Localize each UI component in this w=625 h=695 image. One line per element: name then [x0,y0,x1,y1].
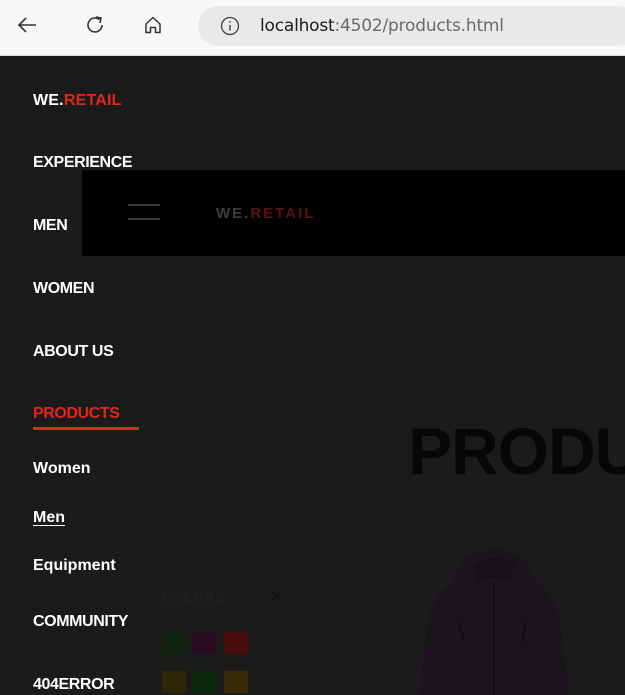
menu-item-products[interactable]: PRODUCTS [33,405,120,423]
close-icon[interactable]: ✕ [270,587,283,607]
url-path: :4502/products.html [334,16,504,36]
submenu-item-equipment[interactable]: Equipment [33,557,116,575]
menu-item-men[interactable]: MEN [33,217,68,235]
menu-logo[interactable]: WE.RETAIL [33,92,122,110]
url-host: localhost [260,16,335,36]
back-arrow-icon [17,17,36,33]
color-swatch[interactable] [162,632,186,654]
page-title: PRODU [408,414,625,488]
reload-icon [87,16,103,33]
back-button[interactable] [12,10,42,40]
color-swatch[interactable] [193,632,217,654]
active-underline [33,427,139,430]
color-filter: COLORS ✕ [160,587,300,695]
url-text[interactable]: localhost:4502/products.html [260,16,504,36]
page-viewport: WE.RETAIL PRODU COLORS ✕ WE.RETAIL EXPER… [0,57,625,695]
color-swatch[interactable] [193,671,217,693]
header-logo-retail: RETAIL [250,205,316,222]
color-swatch[interactable] [224,671,248,693]
browser-toolbar: localhost:4502/products.html [0,0,625,56]
site-header: WE.RETAIL [82,170,625,256]
menu-logo-we: WE. [33,92,64,109]
reload-button[interactable] [80,10,110,40]
home-icon [145,16,161,34]
address-bar[interactable]: localhost:4502/products.html [198,6,625,46]
color-swatch[interactable] [224,632,248,654]
menu-item-about-us[interactable]: ABOUT US [33,343,114,361]
menu-item-community[interactable]: COMMUNITY [33,613,128,631]
side-menu: WE.RETAIL EXPERIENCE MEN WOMEN ABOUT US … [0,57,160,695]
product-image-jacket[interactable] [404,542,584,695]
submenu-item-men[interactable]: Men [33,509,65,527]
site-info-icon[interactable] [220,16,240,36]
menu-item-experience[interactable]: EXPERIENCE [33,154,133,172]
submenu-item-women[interactable]: Women [33,460,90,478]
color-swatch[interactable] [162,671,186,693]
header-logo[interactable]: WE.RETAIL [216,205,315,222]
menu-item-404error[interactable]: 404ERROR [33,676,115,694]
menu-item-women[interactable]: WOMEN [33,280,95,298]
color-filter-title: COLORS [162,589,225,605]
header-logo-we: WE. [216,205,251,222]
home-button[interactable] [138,10,168,40]
menu-logo-retail: RETAIL [63,92,122,109]
